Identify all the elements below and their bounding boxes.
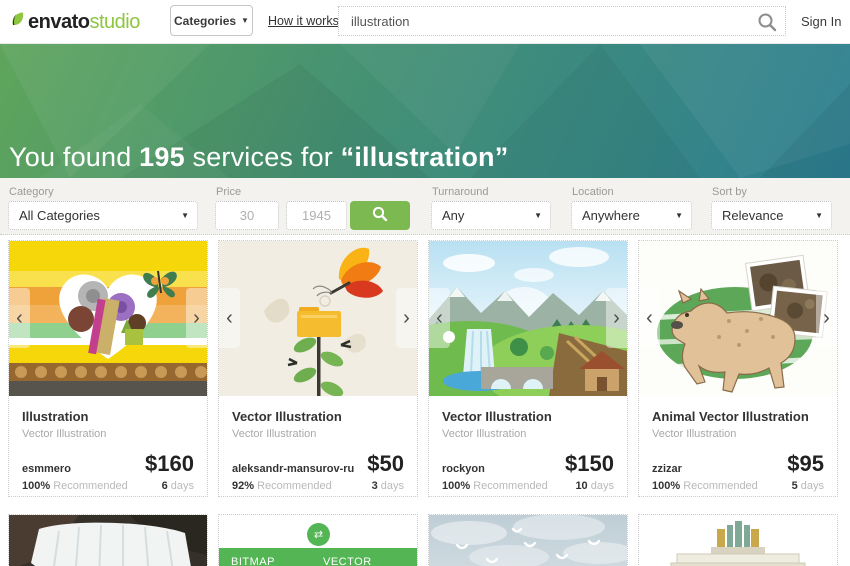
carousel-prev-icon[interactable]: ‹ <box>9 288 30 348</box>
header: envatostudio Categories ▼ How it works S… <box>0 0 850 44</box>
carousel-next-icon[interactable]: › <box>396 288 417 348</box>
location-label: Location <box>572 186 614 198</box>
category-label: Category <box>9 186 54 198</box>
results-count: 195 <box>139 142 185 172</box>
service-category: Vector Illustration <box>442 428 527 440</box>
service-price: $150 <box>565 451 614 476</box>
service-title[interactable]: Illustration <box>22 409 88 424</box>
location-select[interactable]: Anywhere ▼ <box>571 201 692 230</box>
category-select[interactable]: All Categories ▼ <box>8 201 198 230</box>
categories-button[interactable]: Categories ▼ <box>170 5 253 36</box>
service-category: Vector Illustration <box>232 428 317 440</box>
carousel-prev-icon[interactable]: ‹ <box>639 288 660 348</box>
apply-filters-button[interactable] <box>350 201 410 230</box>
chevron-down-icon: ▼ <box>815 211 823 220</box>
category-value: All Categories <box>19 208 100 223</box>
envato-leaf-icon <box>10 11 28 34</box>
chevron-down-icon: ▼ <box>181 211 189 220</box>
seller-name[interactable]: rockyon <box>442 463 485 475</box>
carousel-next-icon[interactable]: › <box>816 288 837 348</box>
recommended-stat: 92% Recommended <box>232 480 332 492</box>
service-thumbnail-waterfall-photo[interactable] <box>9 515 207 566</box>
service-category: Vector Illustration <box>652 428 737 440</box>
location-value: Anywhere <box>582 208 640 223</box>
recommended-stat: 100% Recommended <box>652 480 758 492</box>
search-box <box>338 6 786 36</box>
price-max-input[interactable] <box>286 201 347 230</box>
logo-text-envato: envato <box>28 10 90 33</box>
service-title[interactable]: Vector Illustration <box>232 409 342 424</box>
vector-label: VECTOR <box>323 556 372 566</box>
carousel-prev-icon[interactable]: ‹ <box>219 288 240 348</box>
carousel-next-icon[interactable]: › <box>186 288 207 348</box>
chevron-down-icon: ▼ <box>534 211 542 220</box>
service-card[interactable]: ‹ › Illustration Vector Illustration esm… <box>8 240 208 497</box>
results-query: “illustration” <box>340 142 509 172</box>
service-card[interactable]: ‹ › Vector Illustration Vector Illustrat… <box>428 240 628 497</box>
service-card[interactable] <box>428 514 628 566</box>
sort-value: Relevance <box>722 208 784 223</box>
envato-studio-logo[interactable]: envato studio <box>10 9 140 35</box>
service-card[interactable] <box>8 514 208 566</box>
price-min-input[interactable] <box>215 201 279 230</box>
categories-button-label: Categories <box>174 13 237 28</box>
service-thumbnail-landscape[interactable]: ‹ › <box>429 241 627 396</box>
seller-name[interactable]: aleksandr-mansurov-ru <box>232 463 354 475</box>
service-card[interactable]: ⇄ BITMAP VECTOR <box>218 514 418 566</box>
search-input[interactable] <box>339 7 754 35</box>
how-it-works-link[interactable]: How it works <box>268 14 339 28</box>
chevron-down-icon: ▼ <box>241 16 249 25</box>
seller-name[interactable]: esmmero <box>22 463 71 475</box>
recommended-stat: 100% Recommended <box>22 480 128 492</box>
service-card[interactable]: ‹ › Animal Vector Illustration Vector Il… <box>638 240 838 497</box>
turnaround-days: 6 days <box>161 480 194 492</box>
recommended-stat: 100% Recommended <box>442 480 548 492</box>
filter-bar: Category All Categories ▼ Price Turnarou… <box>0 178 850 235</box>
turnaround-select[interactable]: Any ▼ <box>431 201 551 230</box>
service-thumbnail-butterfly-folder[interactable]: ‹ › <box>219 241 417 396</box>
service-title[interactable]: Animal Vector Illustration <box>652 409 809 424</box>
turnaround-days: 3 days <box>371 480 404 492</box>
sort-select[interactable]: Relevance ▼ <box>711 201 832 230</box>
service-card[interactable] <box>638 514 838 566</box>
seller-name[interactable]: zzizar <box>652 463 682 475</box>
search-icon <box>372 206 388 225</box>
logo-text-studio: studio <box>89 10 140 33</box>
service-thumbnail-patterned-heart[interactable]: ‹ › <box>9 241 207 396</box>
service-thumbnail-bitmap-vector[interactable]: ⇄ BITMAP VECTOR <box>219 515 417 566</box>
service-price: $50 <box>367 451 404 476</box>
service-title[interactable]: Vector Illustration <box>442 409 552 424</box>
service-category: Vector Illustration <box>22 428 107 440</box>
chevron-down-icon: ▼ <box>675 211 683 220</box>
service-card[interactable]: ‹ › Vector Illustration Vector Illustrat… <box>218 240 418 497</box>
results-heading: You found 195 services for “illustration… <box>9 142 509 172</box>
turnaround-value: Any <box>442 208 465 223</box>
results-banner: You found 195 services for “illustration… <box>0 44 850 178</box>
turnaround-days: 5 days <box>791 480 824 492</box>
convert-badge-icon: ⇄ <box>307 523 330 546</box>
carousel-prev-icon[interactable]: ‹ <box>429 288 450 348</box>
service-price: $95 <box>787 451 824 476</box>
service-thumbnail-wolf[interactable]: ‹ › <box>639 241 837 396</box>
carousel-next-icon[interactable]: › <box>606 288 627 348</box>
search-icon[interactable] <box>757 12 777 32</box>
envato-studio-search-page: envatostudio Categories ▼ How it works S… <box>0 0 850 566</box>
service-price: $160 <box>145 451 194 476</box>
turnaround-days: 10 days <box>575 480 614 492</box>
service-thumbnail-cloudy-sky[interactable] <box>429 515 627 566</box>
bitmap-vector-bar: BITMAP VECTOR <box>219 548 417 566</box>
service-thumbnail-classical-gate[interactable] <box>639 515 837 566</box>
bitmap-label: BITMAP <box>231 556 275 566</box>
turnaround-label: Turnaround <box>432 186 489 198</box>
sign-in-link[interactable]: Sign In <box>801 14 841 29</box>
price-label: Price <box>216 186 242 198</box>
sort-by-label: Sort by <box>712 186 747 198</box>
